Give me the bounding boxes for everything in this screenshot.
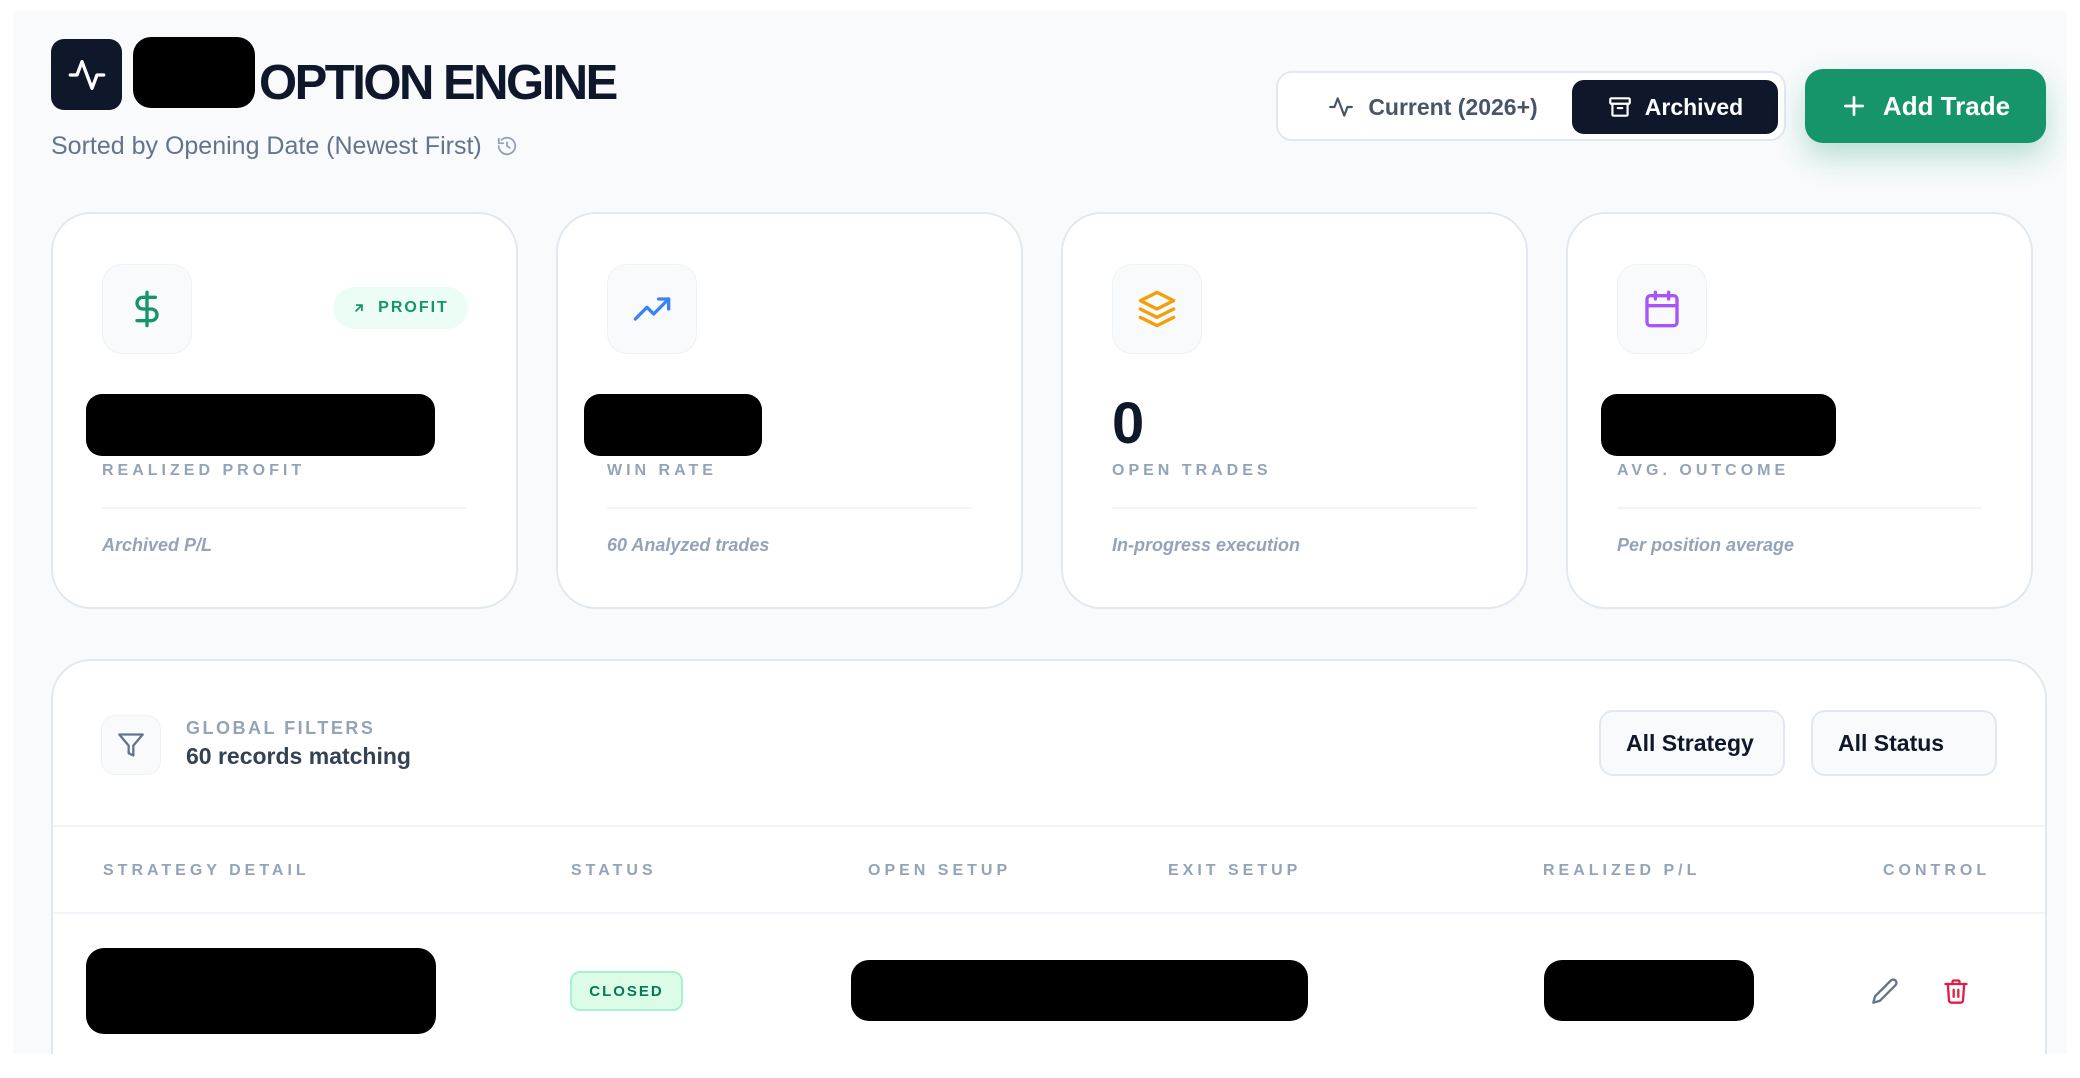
archived-view-button[interactable]: Archived [1572,80,1778,134]
kpi-icon-tile [102,264,192,354]
filter-icon [118,733,144,757]
redacted-brand-name [133,37,255,108]
logo [51,39,122,110]
activity-pulse-icon [68,59,105,90]
filters-count: 60 records matching [186,743,411,769]
kpi-label: REALIZED PROFIT [102,462,306,479]
column-header-control: CONTROL [1883,862,1991,879]
archived-view-label: Archived [1644,93,1744,120]
trash-icon [1944,979,1968,1004]
kpi-icon-tile [1617,264,1707,354]
kpi-footnote: Archived P/L [102,535,213,555]
add-trade-label: Add Trade [1882,90,2011,121]
arrow-up-right-icon [355,304,363,312]
app-canvas: OPTION ENGINE Sorted by Opening Date (Ne… [13,11,2067,1054]
history-icon[interactable] [496,135,518,157]
sort-subtitle-text: Sorted by Opening Date (Newest First) [51,132,482,160]
column-header-strategy[interactable]: STRATEGY DETAIL [103,862,310,880]
kpi-card-realized-profit: PROFIT REALIZED PROFIT Archived P/L [51,212,518,609]
trades-panel: GLOBAL FILTERS 60 records matching All S… [51,659,2047,1054]
filters-title: GLOBAL FILTERS [186,718,376,738]
activity-icon [1329,97,1354,117]
redacted-strategy-cell [86,948,436,1034]
page-title: OPTION ENGINE [259,56,618,110]
kpi-label: AVG. OUTCOME [1617,462,1790,479]
status-filter-select[interactable]: All Status [1811,710,1997,776]
kpi-divider [102,507,467,509]
archive-icon [1608,97,1631,117]
layers-icon [1138,290,1176,328]
profit-badge: PROFIT [333,287,468,329]
add-trade-button[interactable]: Add Trade [1805,69,2046,143]
kpi-icon-tile [607,264,697,354]
redacted-pl-cell [1544,960,1754,1021]
column-header-status[interactable]: STATUS [571,862,657,880]
current-view-button[interactable]: Current (2026+) [1288,80,1578,134]
kpi-card-open-trades: 0 OPEN TRADES In-progress execution [1061,212,1528,609]
kpi-icon-tile [1112,264,1202,354]
column-header-realized-pl[interactable]: REALIZED P/L [1543,862,1700,880]
kpi-divider [1112,507,1477,509]
calendar-icon [1645,290,1679,328]
redacted-value [86,394,435,456]
kpi-footnote: 60 Analyzed trades [607,535,770,555]
delete-button[interactable] [1936,971,1976,1011]
profit-badge-label: PROFIT [378,299,449,316]
sort-subtitle: Sorted by Opening Date (Newest First) [51,131,518,161]
pencil-icon [1872,978,1898,1004]
header-divider [53,912,2045,914]
kpi-label: OPEN TRADES [1112,462,1272,479]
filter-icon-box [101,715,161,775]
kpi-footnote: Per position average [1617,535,1795,555]
view-toggle: Current (2026+) Archived [1276,71,1786,141]
current-view-label: Current (2026+) [1368,93,1538,120]
redacted-value [584,394,762,456]
kpi-card-avg-outcome: AVG. OUTCOME Per position average [1566,212,2033,609]
plus-icon [1843,95,1864,117]
kpi-label: WIN RATE [607,462,717,479]
dollar-icon [135,290,159,328]
strategy-filter-select[interactable]: All Strategy [1599,710,1785,776]
kpi-divider [1617,507,1982,509]
column-header-open-setup[interactable]: OPEN SETUP [868,862,1011,880]
edit-button[interactable] [1865,971,1905,1011]
kpi-divider [607,507,972,509]
kpi-card-win-rate: WIN RATE 60 Analyzed trades [556,212,1023,609]
redacted-value [1601,394,1836,456]
filters-divider [53,825,2045,827]
redacted-setup-cell [851,960,1308,1021]
trending-up-icon [633,297,671,321]
kpi-value: 0 [1112,391,1145,456]
status-badge: CLOSED [570,971,683,1011]
column-header-exit-setup[interactable]: EXIT SETUP [1168,862,1301,880]
kpi-footnote: In-progress execution [1112,535,1301,555]
